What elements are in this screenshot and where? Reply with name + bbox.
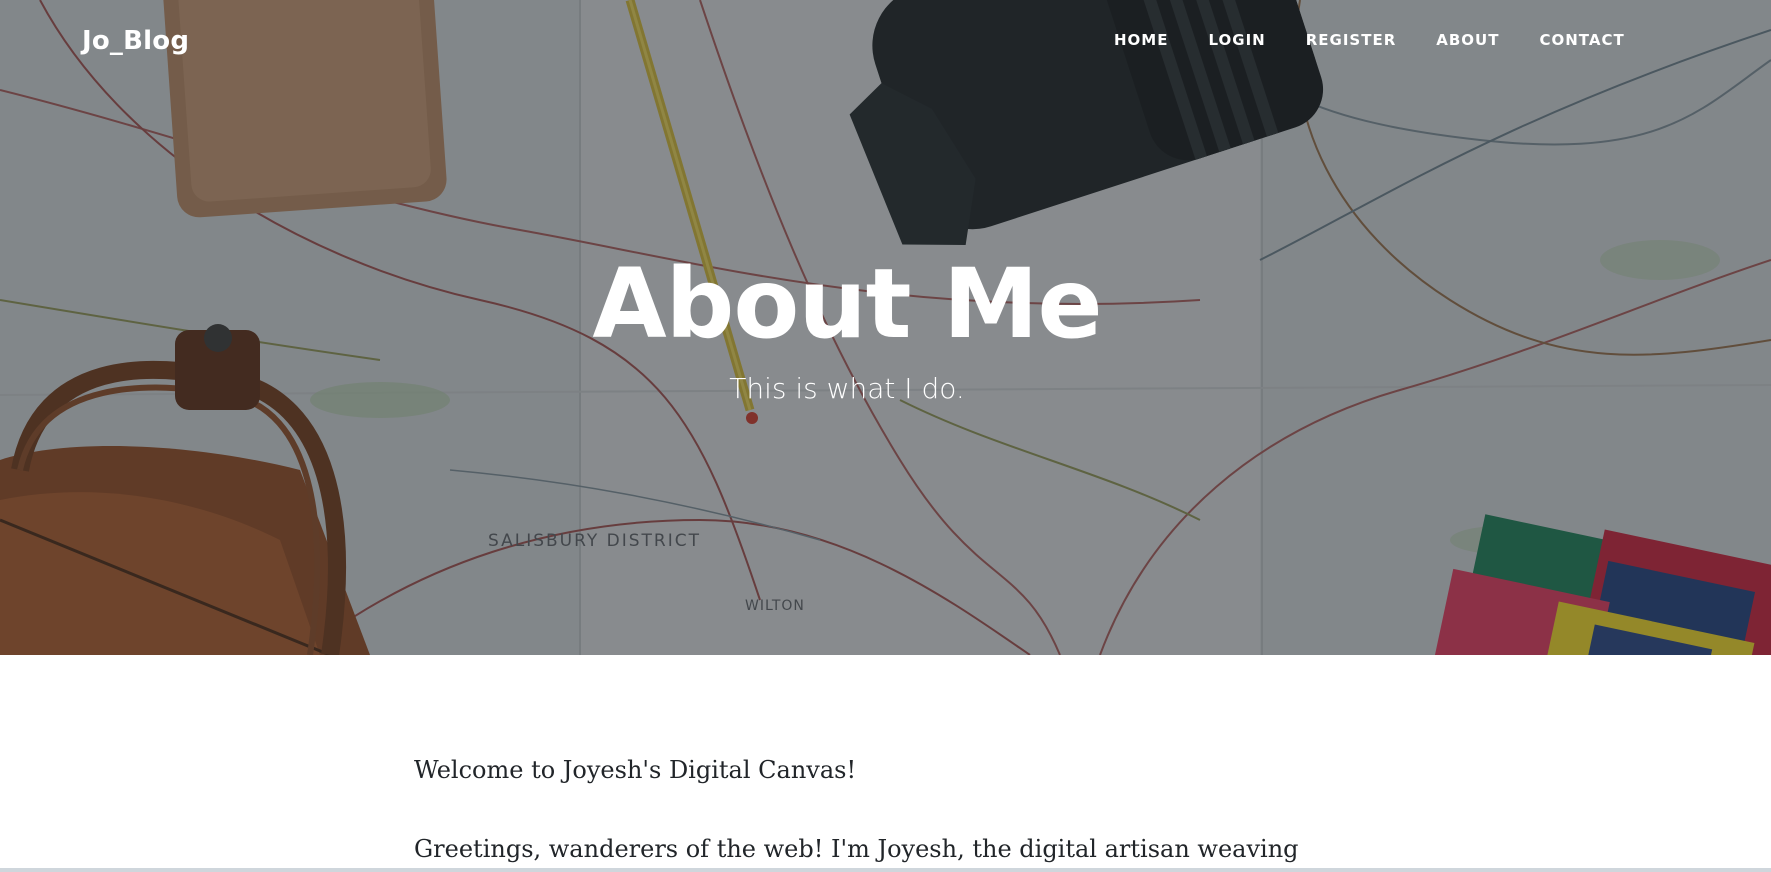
nav-link-contact[interactable]: CONTACT <box>1539 31 1624 49</box>
about-content: Welcome to Joyesh's Digital Canvas! Gree… <box>414 755 1314 872</box>
brand-logo-link[interactable]: Jo_Blog <box>82 26 189 56</box>
nav-link-about[interactable]: ABOUT <box>1436 31 1499 49</box>
page-title: About Me <box>592 248 1102 360</box>
nav-link-home[interactable]: HOME <box>1114 31 1168 49</box>
nav-link-register[interactable]: REGISTER <box>1306 31 1397 49</box>
nav-link-login[interactable]: LOGIN <box>1208 31 1265 49</box>
page-subtitle: This is what I do. <box>729 372 965 405</box>
main-navigation: HOME LOGIN REGISTER ABOUT CONTACT <box>1114 31 1665 49</box>
content-paragraph-greetings: Greetings, wanderers of the web! I'm Joy… <box>414 835 1299 864</box>
content-paragraph-welcome: Welcome to Joyesh's Digital Canvas! <box>414 756 857 784</box>
hero-header: SALISBURY DISTRICT WILTON Jo_Blog HOME LO… <box>0 0 1771 655</box>
viewport-bottom-edge <box>0 868 1771 872</box>
